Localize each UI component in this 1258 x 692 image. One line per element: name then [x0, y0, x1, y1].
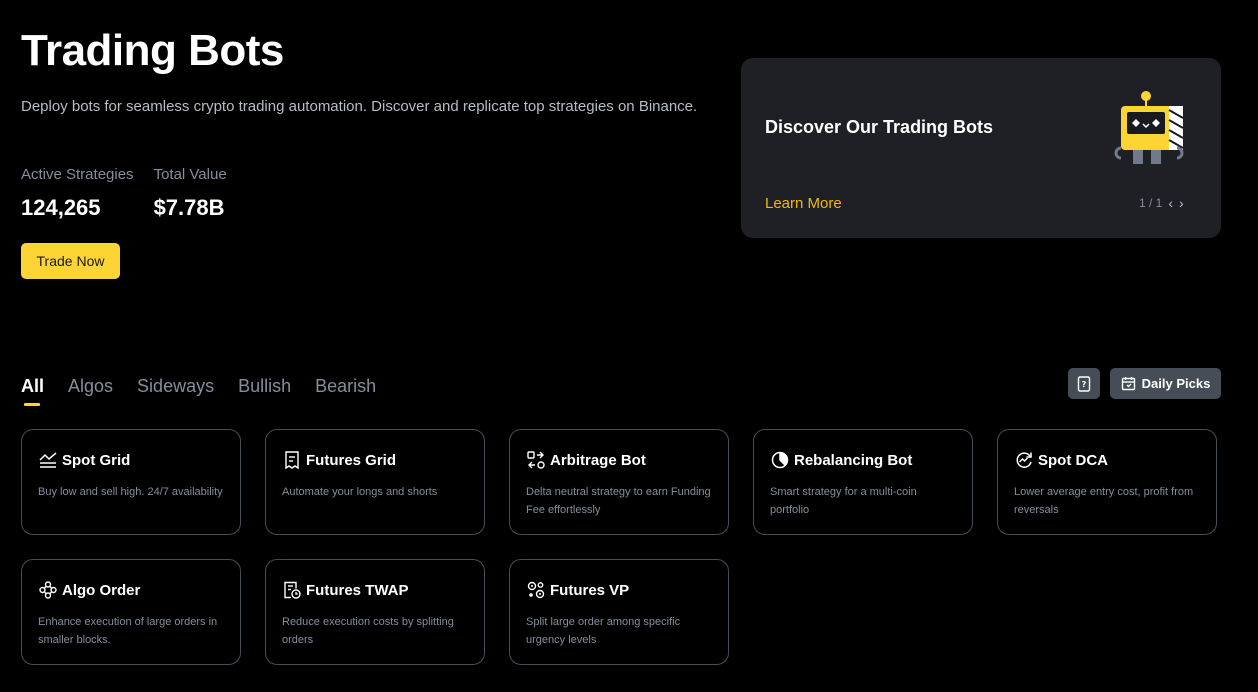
calendar-icon — [1121, 377, 1135, 391]
futures-doc-icon — [282, 450, 302, 470]
bot-card-desc: Delta neutral strategy to earn Funding F… — [526, 486, 711, 516]
gears-icon — [526, 580, 546, 600]
bot-card-futures-grid[interactable]: Futures Grid Automate your longs and sho… — [265, 429, 485, 535]
bot-card-algo-order[interactable]: Algo Order Enhance execution of large or… — [21, 559, 241, 665]
pager-count: 1 / 1 — [1139, 196, 1163, 210]
bot-card-desc: Buy low and sell high. 24/7 availability — [38, 486, 223, 498]
bot-card-desc: Automate your longs and shorts — [282, 486, 438, 498]
page-description: Deploy bots for seamless crypto trading … — [21, 98, 698, 115]
promo-title: Discover Our Trading Bots — [765, 117, 994, 137]
pie-chart-icon — [770, 450, 790, 470]
svg-text:?: ? — [1082, 380, 1087, 389]
bot-card-title: Futures TWAP — [306, 581, 409, 599]
stats-row: Active Strategies 124,265 Total Value $7… — [21, 166, 227, 221]
chevron-left-icon[interactable]: ‹ — [1168, 195, 1173, 211]
trade-now-button[interactable]: Trade Now — [21, 243, 120, 279]
bot-card-desc: Reduce execution costs by splitting orde… — [282, 616, 454, 646]
bot-card-desc: Split large order among specific urgency… — [526, 616, 681, 646]
learn-more-link[interactable]: Learn More — [765, 195, 842, 212]
bot-card-title: Futures Grid — [306, 451, 397, 469]
bot-card-desc: Lower average entry cost, profit from re… — [1014, 486, 1194, 516]
daily-picks-button[interactable]: Daily Picks — [1110, 368, 1221, 399]
bot-card-futures-twap[interactable]: Futures TWAP Reduce execution costs by s… — [265, 559, 485, 665]
bot-cards-grid: Spot Grid Buy low and sell high. 24/7 av… — [21, 429, 1217, 665]
tab-all[interactable]: All — [21, 375, 44, 406]
stat-value: 124,265 — [21, 195, 101, 220]
guide-button[interactable]: ? — [1068, 368, 1100, 399]
book-icon: ? — [1077, 375, 1091, 392]
stat-label: Total Value — [153, 166, 227, 183]
tab-algos[interactable]: Algos — [68, 375, 113, 405]
grid-chart-icon — [38, 450, 58, 470]
daily-picks-label: Daily Picks — [1141, 376, 1211, 391]
nodes-icon — [38, 580, 58, 600]
tab-sideways[interactable]: Sideways — [137, 375, 214, 405]
stat-total-value: Total Value $7.78B — [154, 166, 227, 221]
bot-card-rebalancing-bot[interactable]: Rebalancing Bot Smart strategy for a mul… — [753, 429, 973, 535]
bot-card-arbitrage-bot[interactable]: Arbitrage Bot Delta neutral strategy to … — [509, 429, 729, 535]
bot-card-title: Algo Order — [62, 581, 141, 599]
bot-card-title: Spot DCA — [1038, 451, 1108, 469]
dca-cycle-icon — [1014, 450, 1034, 470]
bot-card-futures-vp[interactable]: Futures VP Split large order among speci… — [509, 559, 729, 665]
promo-pager: 1 / 1 ‹ › — [1139, 195, 1184, 211]
stat-active-strategies: Active Strategies 124,265 — [21, 166, 134, 221]
chevron-right-icon[interactable]: › — [1179, 195, 1184, 211]
clock-doc-icon — [282, 580, 302, 600]
robot-icon — [1114, 91, 1184, 164]
page-title: Trading Bots — [21, 26, 284, 75]
bot-card-title: Arbitrage Bot — [550, 451, 646, 469]
bot-card-desc: Smart strategy for a multi-coin portfoli… — [770, 486, 917, 516]
bot-card-spot-grid[interactable]: Spot Grid Buy low and sell high. 24/7 av… — [21, 429, 241, 535]
bot-card-title: Futures VP — [550, 581, 630, 599]
promo-banner: Discover Our Trading Bots Learn More 1 /… — [741, 58, 1221, 238]
bot-card-title: Rebalancing Bot — [794, 451, 913, 469]
tab-bearish[interactable]: Bearish — [315, 375, 376, 405]
category-tabs: All Algos Sideways Bullish Bearish — [21, 375, 376, 406]
bot-card-desc: Enhance execution of large orders in sma… — [38, 616, 218, 646]
stat-label: Active Strategies — [21, 166, 134, 183]
stat-value: $7.78B — [153, 195, 225, 220]
bot-card-spot-dca[interactable]: Spot DCA Lower average entry cost, profi… — [997, 429, 1217, 535]
arbitrage-icon — [526, 450, 546, 470]
tab-bullish[interactable]: Bullish — [238, 375, 291, 405]
bot-card-title: Spot Grid — [62, 451, 131, 469]
